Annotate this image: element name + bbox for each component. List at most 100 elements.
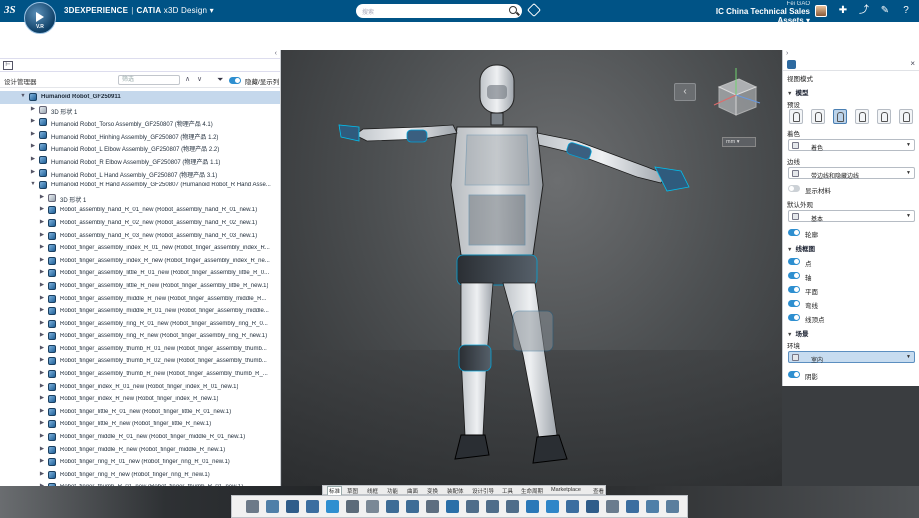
expand-arrow-icon[interactable]: ▶ [39,206,45,212]
expand-arrow-icon[interactable]: ▶ [39,295,45,301]
tree-row[interactable]: ▶ Robot_finger_little_R_01_new (Robot_fin… [0,406,280,419]
preset-1-button[interactable] [789,109,803,124]
tree-row[interactable]: ▶ Robot_finger_assembly_middle_R_01_new (… [0,305,280,318]
tree-row[interactable]: ▶ Robot_finger_assembly_little_R_01_new (… [0,267,280,280]
image-icon[interactable] [666,500,679,513]
render-icon[interactable] [566,500,579,513]
action-tab[interactable]: 线框 [367,487,378,495]
tree-row[interactable]: ▶ Humanoid Robot_L Elbow Assembly_GF25080… [0,141,280,154]
expand-arrow-icon[interactable]: ▶ [39,320,45,326]
wireframe-item-row[interactable]: 弯线 [788,299,916,310]
robot-model[interactable] [337,55,737,485]
avatar[interactable] [815,5,827,17]
expand-arrow-icon[interactable]: ▶ [39,420,45,426]
save-as-icon[interactable] [306,500,319,513]
expand-arrow-icon[interactable]: ▶ [30,156,36,162]
tree-row[interactable]: ▼ Humanoid Robot_R Hand Assembly_GF250807… [0,179,280,192]
expand-arrow-icon[interactable]: ▶ [39,383,45,389]
view-mode-tab-icon[interactable] [787,60,796,69]
wireframe-item-toggle[interactable] [788,314,800,321]
tree-root-row[interactable]: ▼ Humanoid Robot_GF250911 [0,91,280,104]
hide-columns-toggle[interactable] [229,77,241,84]
wireframe-item-toggle[interactable] [788,286,800,293]
expand-arrow-icon[interactable]: ▶ [30,118,36,124]
material-icon[interactable] [606,500,619,513]
expand-arrow-icon[interactable]: ▶ [39,446,45,452]
show-material-toggle[interactable] [788,185,800,192]
expand-arrow-icon[interactable]: ▶ [39,194,45,200]
tree-row[interactable]: ▶ Humanoid Robot_L Hand Assembly_GF250807… [0,167,280,180]
wireframe-item-row[interactable]: 点 [788,257,916,268]
tree-row[interactable]: ▶ Robot_assembly_hand_R_01_new (Robot_ass… [0,204,280,217]
action-tab[interactable]: 设计引导 [472,487,494,495]
save-icon[interactable] [286,500,299,513]
expand-arrow-icon[interactable]: ▶ [30,106,36,112]
view-cube-icon[interactable] [546,500,559,513]
rotate-icon[interactable] [506,500,519,513]
expand-arrow-icon[interactable]: ▶ [30,143,36,149]
tree-row[interactable]: ▶ Robot_finger_little_R_new (Robot_finger… [0,418,280,431]
tree-row[interactable]: ▶ Robot_finger_middle_R_new (Robot_finger… [0,444,280,457]
expand-arrow-icon[interactable]: ▶ [39,433,45,439]
tree-row[interactable]: ▶ Robot_finger_index_R_new (Robot_finger_… [0,393,280,406]
tree-row[interactable]: ▶ 3D 形状 1 [0,192,280,205]
expand-arrow-icon[interactable]: ▶ [39,332,45,338]
tree-row[interactable]: ▶ 3D 形状 1 [0,104,280,117]
action-tab[interactable]: 功能 [387,487,398,495]
refresh-icon[interactable] [326,500,339,513]
share-icon[interactable]: ⤴ [858,5,870,17]
collapse-arrow-icon[interactable]: ▼ [30,181,36,187]
default-look-dropdown[interactable]: 基本 ▼ [788,210,915,223]
tree-row[interactable]: ▶ Robot_finger_assembly_thumb_R_01_new (R… [0,343,280,356]
tag-icon[interactable] [526,2,542,18]
expand-arrow-icon[interactable]: ▶ [39,458,45,464]
wireframe-item-row[interactable]: 轴 [788,271,916,282]
search-icon[interactable] [509,6,517,14]
expand-arrow-icon[interactable]: ▶ [39,345,45,351]
3d-viewport[interactable]: ‹ mm ▾ [282,50,782,486]
expand-arrow-icon[interactable]: ▶ [39,307,45,313]
settings-icon[interactable] [366,500,379,513]
filter-input[interactable]: 筛选 [118,75,180,85]
zoom-icon[interactable] [466,500,479,513]
expand-arrow-icon[interactable]: ▶ [39,244,45,250]
tree-row[interactable]: ▶ Robot_finger_ring_R_01_new (Robot_finge… [0,456,280,469]
tree-row[interactable]: ▶ Robot_finger_middle_R_01_new (Robot_fin… [0,431,280,444]
tree-row[interactable]: ▶ Robot_finger_assembly_index_R_new (Robo… [0,255,280,268]
print-icon[interactable] [346,500,359,513]
show-material-row[interactable]: 显示材料 [788,184,916,195]
section-scene[interactable]: ▼ 场景 [787,328,808,338]
arrow-down-icon[interactable]: ∨ [197,75,202,83]
tree-row[interactable]: ▶ Robot_finger_assembly_thumb_R_02_new (R… [0,355,280,368]
compass[interactable]: V.R [24,2,56,34]
outline-row[interactable]: 轮廓 [788,228,916,239]
expand-arrow-icon[interactable]: ▶ [39,471,45,477]
preset-4-button[interactable] [855,109,869,124]
tree-row[interactable]: ▶ Humanoid Robot_R Elbow Assembly_GF25080… [0,154,280,167]
help-icon[interactable]: ? [900,5,912,17]
tree-row[interactable]: ▶ Robot_finger_assembly_little_R_new (Rob… [0,280,280,293]
section-icon[interactable] [626,500,639,513]
wireframe-item-row[interactable]: 线顶点 [788,313,916,324]
app-name[interactable]: x3D Design [164,6,207,15]
search-input[interactable]: 搜索 [356,4,522,18]
zoom-fit-icon[interactable] [526,500,539,513]
tools-icon[interactable]: ✎ [879,5,891,17]
outline-toggle[interactable] [788,229,800,236]
expand-icon[interactable]: › [786,50,788,57]
wireframe-item-toggle[interactable] [788,258,800,265]
undo-icon[interactable] [386,500,399,513]
action-tab[interactable]: 生命周期 [521,487,543,495]
measure-icon[interactable] [446,500,459,513]
tree-row[interactable]: ▶ Robot_assembly_hand_R_02_new (Robot_ass… [0,217,280,230]
action-tab[interactable]: 草图 [347,487,358,495]
section-wireframe[interactable]: ▼ 线框图 [787,243,815,253]
shadow-row[interactable]: 阴影 [788,370,916,381]
tree-row[interactable]: ▶ Robot_finger_assembly_thumb_R_new (Robo… [0,368,280,381]
expand-arrow-icon[interactable]: ▶ [39,395,45,401]
expand-arrow-icon[interactable]: ▶ [39,357,45,363]
expand-arrow-icon[interactable]: ▶ [39,269,45,275]
section-model[interactable]: ▼ 模型 [787,87,808,97]
filter-icon[interactable]: ⏷ [217,75,223,85]
tree-row[interactable]: ▶ Robot_finger_ring_R_new (Robot_finger_r… [0,469,280,482]
